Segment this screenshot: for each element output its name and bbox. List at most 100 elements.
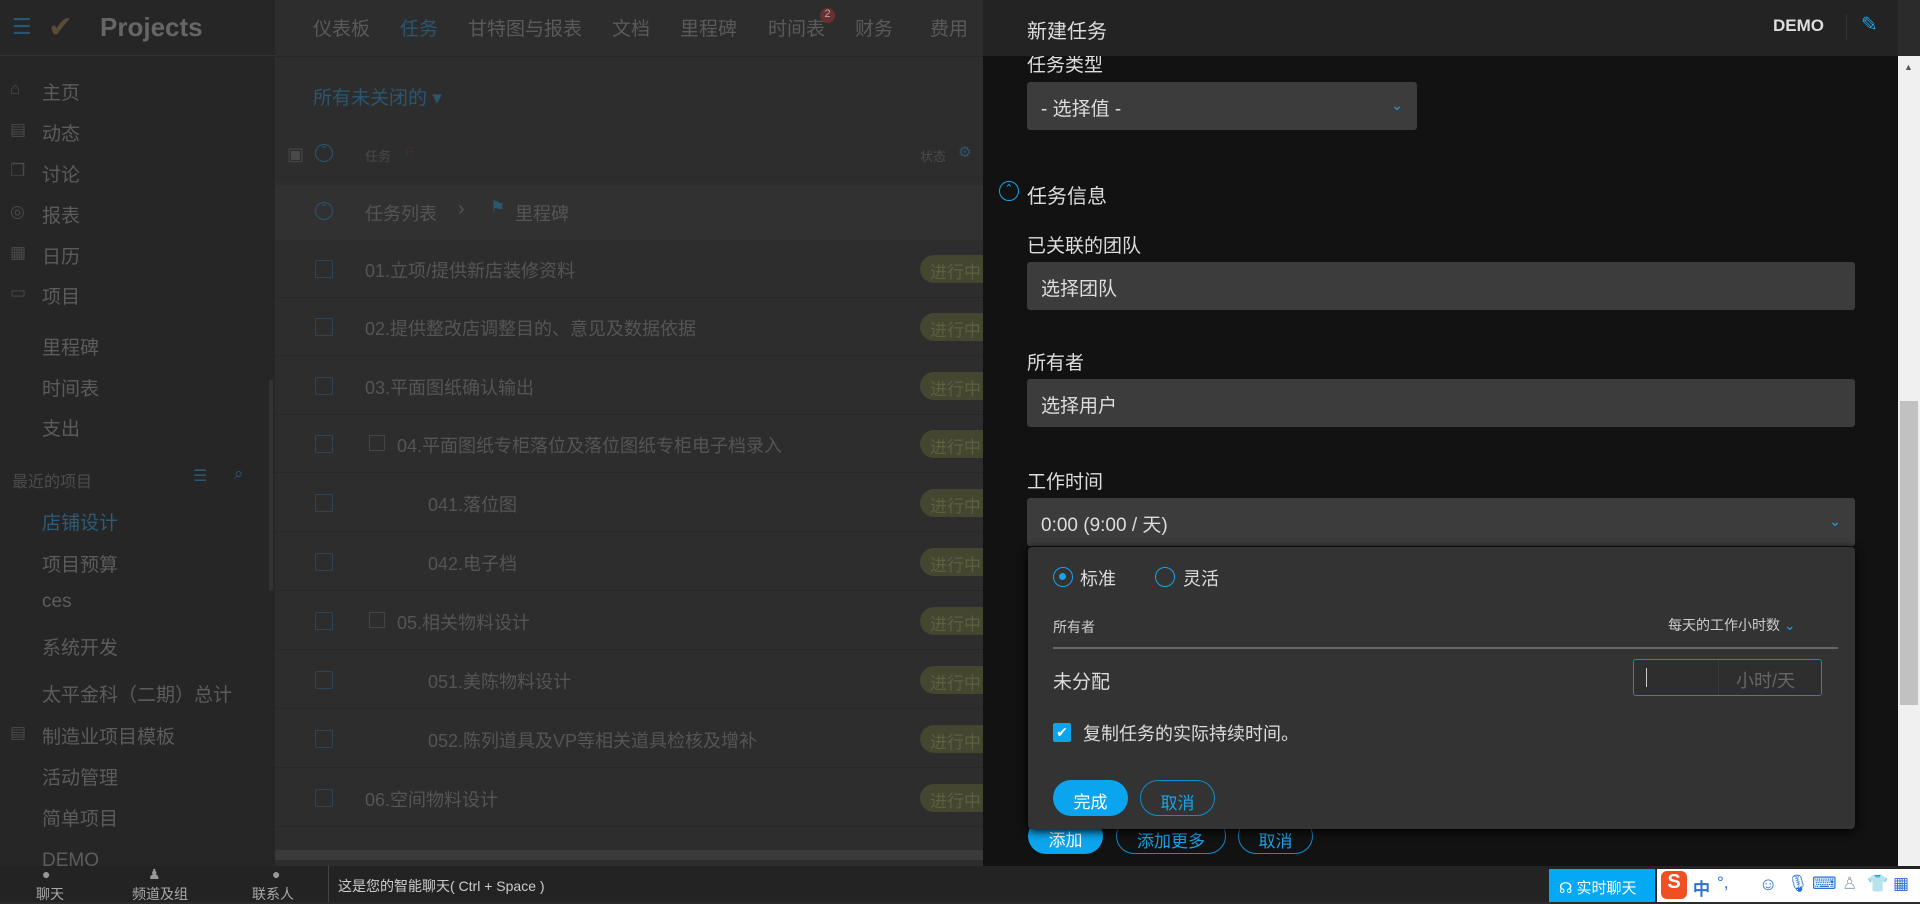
row-checkbox[interactable]	[315, 377, 333, 395]
task-name[interactable]: 06.空间物料设计	[365, 786, 498, 812]
radio-standard[interactable]	[1053, 567, 1073, 587]
sidebar-item-projects[interactable]: 项目	[42, 282, 80, 309]
user-icon[interactable]: ♙	[1842, 874, 1857, 894]
task-name[interactable]: 05.相关物料设计	[397, 609, 530, 635]
tab-timesheet[interactable]: 时间表	[768, 14, 825, 41]
table-row[interactable]: 01.立项/提供新店装修资料 进行中	[275, 240, 990, 298]
tab-gantt[interactable]: 甘特图与报表	[468, 14, 582, 41]
search-icon[interactable]: ⌕	[234, 464, 244, 484]
team-select[interactable]: 选择团队	[1027, 262, 1855, 310]
panel-scrollbar[interactable]: ▲	[1898, 56, 1920, 866]
sidebar-item-milestones[interactable]: 里程碑	[42, 333, 99, 360]
group-row[interactable]: ⌃ 任务列表 › ⚑ 里程碑	[275, 185, 983, 240]
row-checkbox[interactable]	[315, 789, 333, 807]
collapse-all-icon[interactable]: ⌃	[315, 144, 333, 162]
smart-chat-input[interactable]: 这是您的智能聊天( Ctrl + Space )	[338, 876, 545, 896]
toolbox-icon[interactable]: ▦	[1893, 874, 1909, 894]
owner-select[interactable]: 选择用户	[1027, 379, 1855, 427]
status-badge[interactable]: 进行中	[920, 489, 990, 517]
row-checkbox[interactable]	[315, 494, 333, 512]
scrollbar-thumb[interactable]	[1900, 401, 1918, 705]
work-hours-select[interactable]: 0:00 (9:00 / 天) ⌄	[1027, 498, 1855, 546]
collapse-section-icon[interactable]: ⌃	[999, 181, 1019, 201]
table-row[interactable]: 03.平面图纸确认输出 进行中	[275, 357, 990, 415]
tab-tasks[interactable]: 任务	[400, 14, 438, 41]
task-name[interactable]: 03.平面图纸确认输出	[365, 374, 534, 400]
table-row[interactable]: 04.平面图纸专柜落位及落位图纸专柜电子档录入 进行中	[275, 415, 990, 473]
status-badge[interactable]: 进行中	[920, 430, 990, 458]
collapse-group-icon[interactable]: ⌃	[315, 202, 333, 220]
status-badge[interactable]: 进行中	[920, 725, 990, 753]
scroll-up-arrow[interactable]: ▲	[1904, 62, 1913, 72]
tab-dashboard[interactable]: 仪表板	[313, 14, 370, 41]
task-name[interactable]: 041.落位图	[428, 491, 517, 517]
filter-icon[interactable]: ☰	[193, 466, 207, 486]
task-name[interactable]: 051.美陈物料设计	[428, 668, 571, 694]
keyboard-icon[interactable]: ⌨	[1812, 874, 1837, 894]
recent-project[interactable]: 项目预算	[42, 550, 118, 577]
sidebar-item-feed[interactable]: 动态	[42, 119, 80, 146]
table-row[interactable]: 02.提供整改店调整目的、意见及数据依据 进行中	[275, 298, 990, 356]
view-filter-dropdown[interactable]: 所有未关闭的 ▾	[313, 83, 442, 110]
table-row[interactable]: 052.陈列道具及VP等相关道具检核及增补 进行中	[275, 710, 990, 768]
tab-milestones[interactable]: 里程碑	[680, 14, 737, 41]
status-badge[interactable]: 进行中	[920, 607, 990, 635]
tab-expenses[interactable]: 费用	[930, 14, 968, 41]
sidebar-item-reports[interactable]: 报表	[42, 201, 80, 228]
status-badge[interactable]: 进行中	[920, 548, 990, 576]
hours-per-day-dropdown[interactable]: 每天的工作小时数 ⌄	[1668, 615, 1796, 635]
table-row[interactable]: 042.电子档 进行中	[275, 533, 990, 591]
subtask-expand-icon[interactable]	[369, 435, 385, 451]
sidebar-scrollbar[interactable]	[269, 380, 273, 590]
row-checkbox[interactable]	[315, 260, 333, 278]
live-chat-button[interactable]: ☊ 实时聊天	[1549, 869, 1655, 902]
emoji-icon[interactable]: ☺	[1759, 874, 1777, 895]
row-checkbox[interactable]	[315, 553, 333, 571]
recent-project[interactable]: 太平金科（二期）总计	[42, 680, 242, 707]
tab-documents[interactable]: 文档	[612, 14, 650, 41]
recent-project[interactable]: 制造业项目模板	[42, 722, 175, 749]
row-checkbox[interactable]	[315, 612, 333, 630]
status-badge[interactable]: 进行中	[920, 784, 990, 812]
status-badge[interactable]: 进行中	[920, 255, 990, 283]
tab-finance[interactable]: 财务	[855, 14, 893, 41]
popup-cancel-button[interactable]: 取消	[1140, 780, 1215, 816]
column-status[interactable]: 状态	[920, 146, 946, 165]
subtask-expand-icon[interactable]	[369, 612, 385, 628]
row-checkbox[interactable]	[315, 435, 333, 453]
task-name[interactable]: 052.陈列道具及VP等相关道具检核及增补	[428, 727, 757, 753]
table-row[interactable]: 041.落位图 进行中	[275, 474, 990, 532]
recent-project[interactable]: 简单项目	[42, 804, 118, 831]
recent-project[interactable]: ces	[42, 591, 72, 613]
row-checkbox[interactable]	[315, 318, 333, 336]
app-logo[interactable]: Projects	[100, 12, 203, 43]
copy-duration-checkbox[interactable]: ✔	[1053, 723, 1071, 742]
sidebar-item-home[interactable]: 主页	[42, 78, 80, 105]
sidebar-item-expenses[interactable]: 支出	[42, 414, 80, 441]
skin-icon[interactable]: 👕	[1867, 874, 1888, 894]
recent-project[interactable]: 活动管理	[42, 763, 118, 790]
task-name[interactable]: 042.电子档	[428, 550, 517, 576]
sogou-logo-icon[interactable]: S	[1661, 871, 1687, 899]
column-task[interactable]: 任务	[365, 146, 391, 165]
table-row[interactable]: 051.美陈物料设计 进行中	[275, 651, 990, 709]
menu-icon[interactable]: ☰	[12, 14, 32, 40]
recent-project[interactable]: 系统开发	[42, 633, 118, 660]
recent-project[interactable]: 店铺设计	[42, 508, 118, 535]
table-row[interactable]: 05.相关物料设计 进行中	[275, 592, 990, 650]
row-checkbox[interactable]	[315, 671, 333, 689]
sidebar-item-discussion[interactable]: 讨论	[42, 160, 80, 187]
ime-mode[interactable]: 中	[1693, 875, 1710, 900]
column-settings-icon[interactable]: ▣	[287, 144, 304, 165]
task-name[interactable]: 04.平面图纸专柜落位及落位图纸专柜电子档录入	[397, 432, 782, 458]
radio-flexible[interactable]	[1155, 567, 1175, 587]
status-badge[interactable]: 进行中	[920, 666, 990, 694]
edit-pencil-icon[interactable]: ✎	[1861, 12, 1878, 37]
done-button[interactable]: 完成	[1053, 780, 1128, 816]
task-type-select[interactable]: - 选择值 - ⌄	[1027, 82, 1417, 130]
ime-punct[interactable]: °,	[1717, 873, 1729, 893]
chat-button[interactable]: 聊天	[36, 884, 64, 904]
row-checkbox[interactable]	[315, 730, 333, 748]
task-name[interactable]: 01.立项/提供新店装修资料	[365, 257, 575, 283]
task-name[interactable]: 02.提供整改店调整目的、意见及数据依据	[365, 315, 696, 341]
